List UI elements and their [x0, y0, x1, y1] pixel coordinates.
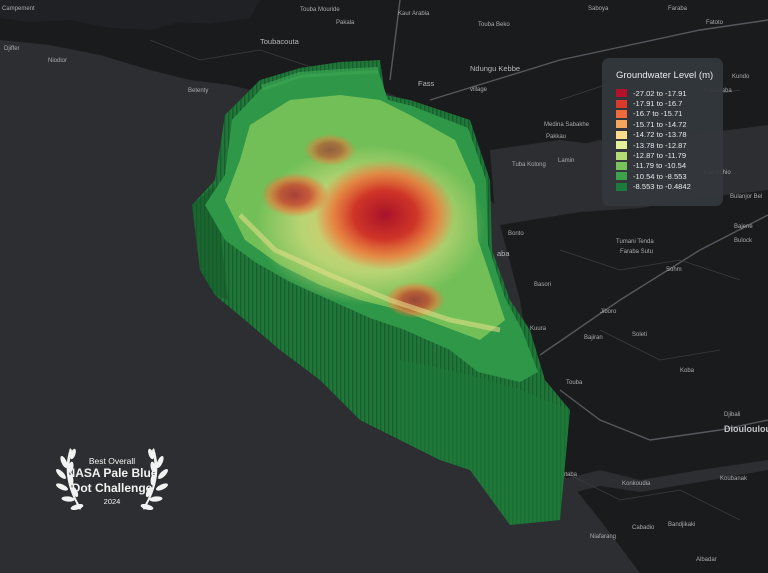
legend-label: -10.54 to -8.553 [633, 171, 687, 181]
place-label: Kaur Arabia [398, 11, 430, 17]
legend-label: -17.91 to -16.7 [633, 99, 683, 109]
legend-item: -10.54 to -8.553 [616, 171, 715, 181]
legend-label: -11.79 to -10.54 [633, 161, 687, 171]
place-label: Bandjikaki [668, 522, 695, 528]
place-label: Fatoto [706, 20, 724, 26]
place-label: Konkoudia [622, 481, 651, 487]
legend-swatch [616, 109, 627, 118]
surface-hot-core [315, 160, 455, 270]
legend-label: -8.553 to -0.4842 [633, 182, 691, 192]
place-label: Tuba Kolong [512, 162, 546, 168]
place-label: Touba [566, 380, 583, 386]
place-label: Bulanjor Bel [730, 194, 762, 200]
legend-item: -13.78 to -12.87 [616, 140, 715, 150]
legend-item: -14.72 to -13.78 [616, 130, 715, 140]
legend-title: Groundwater Level (m) [616, 70, 714, 81]
place-label: Koubanak [720, 476, 748, 482]
place-label: Bulock [734, 238, 753, 244]
legend-items: -27.02 to -17.91 -17.91 to -16.7 -16.7 to … [616, 88, 715, 192]
place-label: Fass [418, 79, 435, 88]
place-label: aba [497, 249, 510, 258]
place-label: Kuura [530, 326, 547, 332]
place-label: Koba [680, 368, 695, 374]
place-label: Diouloulou [724, 424, 768, 434]
surface-hot-spot-north [304, 134, 356, 166]
place-label: Pakala [336, 20, 355, 26]
place-label: ntaba [562, 472, 578, 478]
place-label: Touba Beko [478, 22, 510, 28]
legend-label: -13.78 to -12.87 [633, 140, 687, 150]
legend-panel: Groundwater Level (m) -27.02 to -17.91 -1… [602, 58, 723, 206]
badge-award-label: Best Overall [88, 456, 136, 466]
legend-label: -12.87 to -11.79 [633, 151, 687, 161]
legend-item: -11.79 to -10.54 [616, 161, 715, 171]
place-label: Niodior [48, 58, 67, 64]
place-label: Bajene [734, 224, 753, 230]
place-label: Faraba [668, 6, 688, 12]
legend-swatch [616, 151, 627, 160]
place-label: Soleti [632, 332, 647, 338]
place-label: Betenty [188, 88, 208, 94]
place-label: Touba Mouride [300, 7, 340, 13]
badge-title-line2: Dot Challenge [71, 481, 153, 495]
badge-text: Best Overall NASA Pale Blue Dot Challeng… [50, 456, 174, 507]
place-label: Basori [534, 282, 551, 288]
legend-swatch [616, 182, 627, 191]
legend-swatch [616, 89, 627, 98]
legend-swatch [616, 99, 627, 108]
legend-swatch [616, 172, 627, 181]
place-label: Albadar [696, 557, 717, 563]
place-label: Faraba Sutu [620, 249, 653, 255]
legend-item: -16.7 to -15.71 [616, 109, 715, 119]
place-label: Pakkau [546, 134, 566, 140]
place-label: Kundo [732, 74, 750, 80]
badge-year: 2024 [103, 497, 121, 506]
place-label: village [470, 87, 488, 93]
place-label: Lamin [558, 158, 574, 164]
legend-item: -27.02 to -17.91 [616, 88, 715, 98]
legend-item: -15.71 to -14.72 [616, 119, 715, 129]
badge-title-line1: NASA Pale Blue [66, 466, 158, 480]
legend-swatch [616, 130, 627, 139]
place-label: Bajiran [584, 335, 603, 341]
place-label: Djibali [724, 412, 740, 418]
legend-label: -27.02 to -17.91 [633, 88, 687, 98]
legend-swatch [616, 141, 627, 150]
award-badge: Best Overall NASA Pale Blue Dot Challeng… [50, 440, 174, 522]
legend-label: -16.7 to -15.71 [633, 109, 683, 119]
place-label: Sohm [666, 267, 682, 273]
place-label: Ndungu Kebbe [470, 64, 520, 73]
legend-item: -17.91 to -16.7 [616, 98, 715, 108]
place-label: Cabadio [632, 525, 655, 531]
legend-swatch [616, 120, 627, 129]
legend-swatch [616, 161, 627, 170]
place-label: Bonto [508, 231, 524, 237]
place-label: Saboya [588, 6, 609, 12]
place-label: Djiffer [4, 46, 20, 52]
place-label: Niafarang [590, 534, 616, 540]
place-label: Jiboro [600, 309, 617, 315]
legend-item: -12.87 to -11.79 [616, 150, 715, 160]
place-label: Campement [2, 6, 35, 12]
surface-hot-spot-west [261, 173, 329, 217]
place-label: Toubacouta [260, 37, 300, 46]
legend-label: -15.71 to -14.72 [633, 119, 687, 129]
legend-label: -14.72 to -13.78 [633, 130, 687, 140]
place-label: Tumani Tenda [616, 239, 654, 245]
legend-item: -8.553 to -0.4842 [616, 182, 715, 192]
place-label: Medina Sabakhe [544, 122, 590, 128]
